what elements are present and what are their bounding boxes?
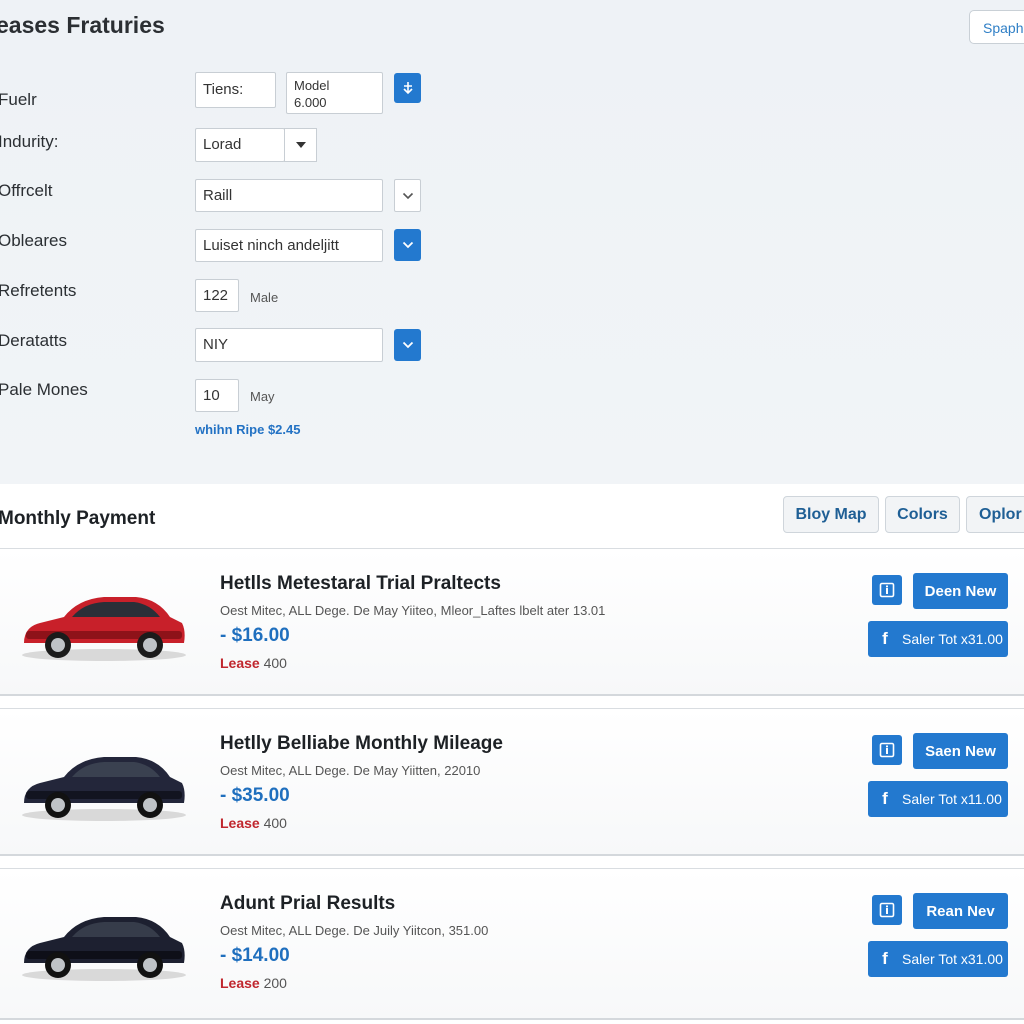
- deratatts-select-toggle[interactable]: [394, 329, 421, 361]
- model-field-value: 6.000: [294, 95, 327, 110]
- form-label-industry: Indurity:: [0, 132, 59, 151]
- info-square-icon-glyph: [879, 582, 895, 598]
- results-title: Monthly Payment: [0, 508, 156, 529]
- chevron-down-icon: [402, 192, 413, 199]
- tab-map[interactable]: Bloy Map: [783, 496, 879, 533]
- facebook-icon: f: [882, 949, 888, 968]
- industry-select-toggle[interactable]: [284, 128, 317, 162]
- references-unit: Male: [250, 290, 279, 305]
- share-label: Saler Tot x31.00: [902, 631, 1003, 647]
- chevron-down-icon: [402, 241, 413, 249]
- info-square-icon-glyph: [879, 902, 895, 918]
- listing-subtitle: Oest Mitec, ALL Dege. De Juily Yiitcon, …: [220, 923, 489, 938]
- lease-info: Lease 200: [220, 975, 287, 991]
- model-field-label: Model: [294, 78, 330, 93]
- officer-select-toggle[interactable]: [394, 179, 421, 212]
- facebook-icon: f: [882, 629, 888, 648]
- view-new-button[interactable]: Deen New: [913, 573, 1008, 609]
- lease-label: Lease: [220, 815, 260, 831]
- filter-panel: eases Fraturies Spaph Fuelr Tiens: Model…: [0, 0, 1024, 484]
- terms-field[interactable]: Tiens:: [195, 72, 276, 108]
- form-label-pale-mones: Pale Mones: [0, 380, 88, 399]
- industry-select[interactable]: Lorad: [195, 128, 285, 162]
- share-button[interactable]: f Saler Tot x31.00: [868, 941, 1008, 977]
- form-label-deratatts: Deratatts: [0, 331, 67, 350]
- share-button[interactable]: f Saler Tot x31.00: [868, 621, 1008, 657]
- form-label-officer: Offrcelt: [0, 181, 53, 200]
- listing-price: - $14.00: [220, 945, 290, 966]
- listing-title[interactable]: Hetlls Metestaral Trial Praltects: [220, 573, 501, 595]
- lease-value: 200: [263, 975, 287, 991]
- listing-card: Hetlls Metestaral Trial Praltects Oest M…: [0, 548, 1024, 696]
- facebook-icon: f: [882, 789, 888, 808]
- listing-subtitle: Oest Mitec, ALL Dege. De May Yiitten, 22…: [220, 763, 481, 778]
- obleares-select-toggle[interactable]: [394, 229, 421, 261]
- references-input[interactable]: 122: [195, 279, 239, 312]
- form-label-references: Refretents: [0, 281, 77, 300]
- info-square-icon[interactable]: [872, 895, 902, 925]
- form-label-fuel: Fuelr: [0, 90, 37, 109]
- car-image: [22, 917, 186, 981]
- lease-value: 400: [263, 655, 287, 671]
- share-label: Saler Tot x11.00: [902, 791, 1002, 807]
- listing-subtitle: Oest Mitec, ALL Dege. De May Yiiteo, Mle…: [220, 603, 606, 618]
- car-image: [22, 597, 186, 661]
- listing-title[interactable]: Adunt Prial Results: [220, 893, 395, 915]
- lease-value: 400: [263, 815, 287, 831]
- tab-colors[interactable]: Colors: [885, 496, 960, 533]
- pale-mones-unit: May: [250, 389, 275, 404]
- listing-card: Adunt Prial Results Oest Mitec, ALL Dege…: [0, 868, 1024, 1020]
- lease-info: Lease 400: [220, 815, 287, 831]
- form-label-obleares: Obleares: [0, 231, 67, 250]
- apply-model-button[interactable]: [394, 73, 421, 103]
- page-title: eases Fraturies: [0, 12, 165, 38]
- price-note-link[interactable]: whihn Ripe $2.45: [195, 422, 300, 437]
- obleares-select[interactable]: Luiset ninch andeljitt: [195, 229, 383, 262]
- chevron-down-icon: [295, 142, 306, 148]
- listing-title[interactable]: Hetlly Belliabe Monthly Mileage: [220, 733, 503, 755]
- chevron-down-icon: [402, 341, 413, 349]
- pale-mones-input[interactable]: 10: [195, 379, 239, 412]
- lease-info: Lease 400: [220, 655, 287, 671]
- officer-select[interactable]: Raill: [195, 179, 383, 212]
- tab-options[interactable]: Oplor: [966, 496, 1024, 533]
- search-button[interactable]: Spaph: [969, 10, 1024, 44]
- listing-card: Hetlly Belliabe Monthly Mileage Oest Mit…: [0, 708, 1024, 856]
- arrow-down-icon: [402, 82, 413, 95]
- price-value: $35.00: [231, 785, 290, 806]
- price-value: $16.00: [231, 625, 290, 646]
- view-new-button[interactable]: Rean Nev: [913, 893, 1008, 929]
- view-new-button[interactable]: Saen New: [913, 733, 1008, 769]
- listing-price: - $35.00: [220, 785, 290, 806]
- share-button[interactable]: f Saler Tot x11.00: [868, 781, 1008, 817]
- lease-label: Lease: [220, 655, 260, 671]
- price-value: $14.00: [231, 945, 290, 966]
- listing-price: - $16.00: [220, 625, 290, 646]
- lease-label: Lease: [220, 975, 260, 991]
- info-square-icon[interactable]: [872, 735, 902, 765]
- deratatts-select[interactable]: NIY: [195, 328, 383, 362]
- model-field[interactable]: Model 6.000: [286, 72, 383, 114]
- share-label: Saler Tot x31.00: [902, 951, 1003, 967]
- car-image: [22, 757, 186, 821]
- info-square-icon[interactable]: [872, 575, 902, 605]
- info-square-icon-glyph: [879, 742, 895, 758]
